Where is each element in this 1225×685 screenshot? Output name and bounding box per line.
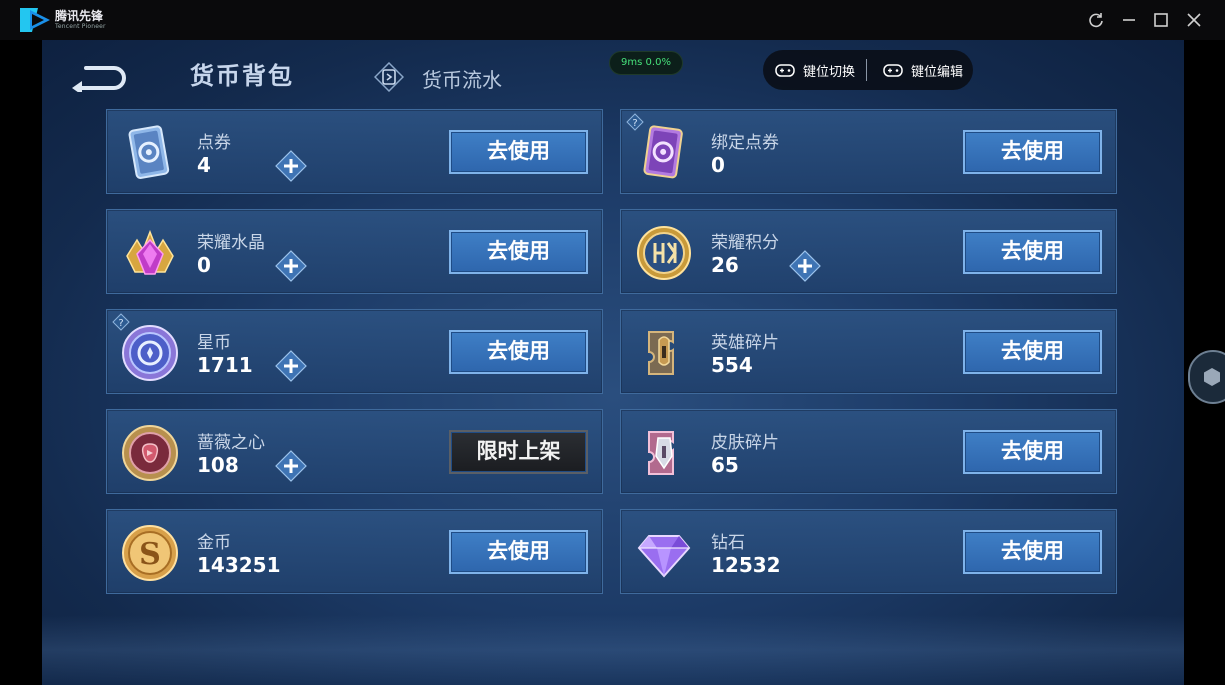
close-icon[interactable] <box>1184 10 1204 30</box>
currency-value: 65 <box>711 453 739 477</box>
app-name: 腾讯先锋 <box>55 9 104 23</box>
refresh-icon[interactable] <box>1086 10 1106 30</box>
currency-card-glory-points: 荣耀积分 26 去使用 <box>620 209 1117 294</box>
currency-card-star-coin: ? 星币 1711 去使用 <box>106 309 603 394</box>
currency-card-bound-voucher: ? 绑定点券 0 去使用 <box>620 109 1117 194</box>
add-plus-icon[interactable] <box>275 450 307 482</box>
use-button[interactable]: 去使用 <box>449 230 588 274</box>
gold-coin-icon: S <box>119 522 181 584</box>
currency-name: 英雄碎片 <box>711 333 779 353</box>
currency-name: 皮肤碎片 <box>711 433 779 453</box>
hero-fragment-icon <box>633 322 695 384</box>
currency-name: 蔷薇之心 <box>197 433 265 453</box>
skin-fragment-icon <box>633 422 695 484</box>
left-letterbox <box>0 40 42 685</box>
currency-card-gold-coin: S 金币 143251 去使用 <box>106 509 603 594</box>
currency-value: 26 <box>711 253 739 277</box>
title-bar: 腾讯先锋 Tencent Pioneer <box>0 0 1225 40</box>
currency-card-hero-fragment: 英雄碎片 554 去使用 <box>620 309 1117 394</box>
voucher-card-icon <box>119 122 181 184</box>
use-button[interactable]: 去使用 <box>449 330 588 374</box>
currency-name: 绑定点券 <box>711 133 779 153</box>
currency-value: 554 <box>711 353 753 377</box>
currency-name: 钻石 <box>711 533 745 553</box>
bound-voucher-card-icon <box>633 122 695 184</box>
use-button[interactable]: 去使用 <box>449 530 588 574</box>
add-plus-icon[interactable] <box>275 250 307 282</box>
rose-heart-icon <box>119 422 181 484</box>
minimize-icon[interactable] <box>1119 10 1139 30</box>
hexagon-icon <box>1204 368 1220 386</box>
currency-value: 0 <box>197 253 211 277</box>
star-coin-icon <box>119 322 181 384</box>
currency-name: 星币 <box>197 333 231 353</box>
add-plus-icon[interactable] <box>789 250 821 282</box>
add-plus-icon[interactable] <box>275 350 307 382</box>
use-button[interactable]: 去使用 <box>449 130 588 174</box>
currency-value: 143251 <box>197 553 281 577</box>
currency-backpack-screen: 货币背包 货币流水 9ms 0.0% 键位切换 键位编辑 点券 4 去使用 ? … <box>42 40 1184 685</box>
currency-name: 荣耀积分 <box>711 233 779 253</box>
currency-card-rose-heart: 蔷薇之心 108 限时上架 <box>106 409 603 494</box>
currency-card-skin-fragment: 皮肤碎片 65 去使用 <box>620 409 1117 494</box>
use-button[interactable]: 去使用 <box>963 130 1102 174</box>
currency-card-voucher: 点券 4 去使用 <box>106 109 603 194</box>
currency-card-glory-crystal: 荣耀水晶 0 去使用 <box>106 209 603 294</box>
use-button[interactable]: 去使用 <box>963 530 1102 574</box>
use-button[interactable]: 去使用 <box>963 230 1102 274</box>
maximize-icon[interactable] <box>1151 10 1171 30</box>
add-plus-icon[interactable] <box>275 150 307 182</box>
currency-name: 荣耀水晶 <box>197 233 265 253</box>
currency-value: 108 <box>197 453 239 477</box>
glory-points-icon <box>633 222 695 284</box>
svg-text:S: S <box>139 537 161 572</box>
currency-value: 1711 <box>197 353 253 377</box>
currency-name: 点券 <box>197 133 231 153</box>
app-subtitle: Tencent Pioneer <box>55 23 106 30</box>
currency-value: 12532 <box>711 553 781 577</box>
currency-grid: 点券 4 去使用 ? 绑定点券 0 去使用 荣耀水晶 0 去使用 荣耀积分 26… <box>42 40 1184 685</box>
use-button[interactable]: 去使用 <box>963 430 1102 474</box>
currency-value: 4 <box>197 153 211 177</box>
currency-value: 0 <box>711 153 725 177</box>
limited-sale-button[interactable]: 限时上架 <box>449 430 588 474</box>
diamond-icon <box>633 522 695 584</box>
use-button[interactable]: 去使用 <box>963 330 1102 374</box>
currency-name: 金币 <box>197 533 231 553</box>
currency-card-diamond: 钻石 12532 去使用 <box>620 509 1117 594</box>
glory-crystal-icon <box>119 222 181 284</box>
app-logo-icon <box>20 8 50 32</box>
